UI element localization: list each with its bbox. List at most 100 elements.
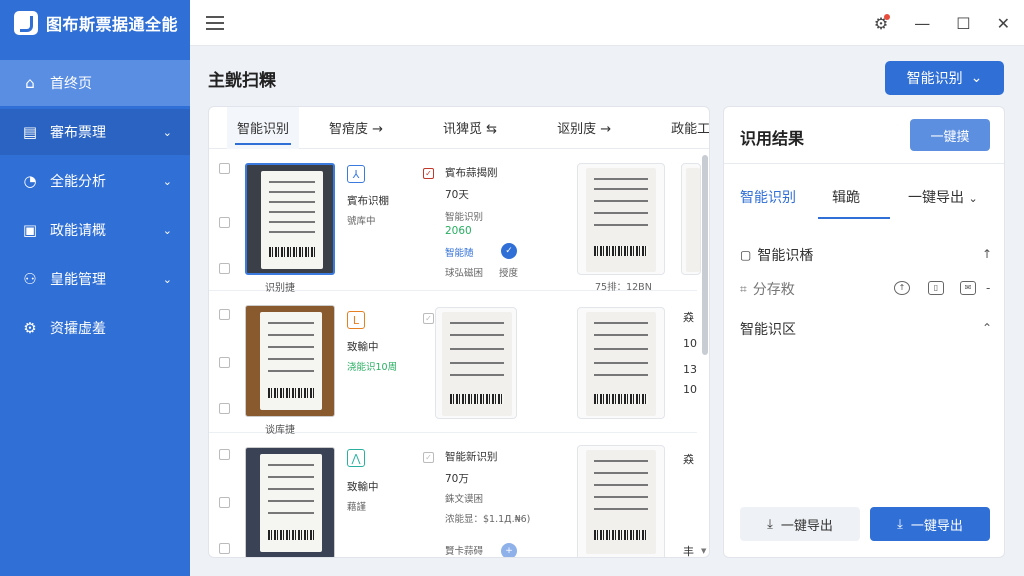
row-marker[interactable] (219, 163, 230, 174)
sidebar-item-label: 審布票理 (50, 125, 106, 141)
tab-smart-recognize[interactable]: 智能识别 (227, 107, 300, 149)
status-title: 致輸中 (347, 481, 379, 493)
detail-foot-left: 賢卡蒜碍 (445, 546, 484, 557)
smart-recognize-button[interactable]: 智能识别 ⌄ (885, 61, 1004, 95)
table-row[interactable]: 谈库捷 L 致輸中 浇能识10周 ✓ 猋 10 13 10 (209, 293, 697, 436)
tab-edit[interactable]: 辑跪 (832, 187, 860, 207)
maximize-icon[interactable]: ☐ (956, 14, 970, 33)
sidebar-item-receipts[interactable]: ▤ 審布票理 ⌄ (0, 109, 190, 155)
export-button-primary[interactable]: ⤓ 一键导出 (870, 507, 990, 541)
link-icon: ⌗ (740, 281, 747, 296)
tab-2[interactable]: 智痯庋 → (319, 107, 393, 149)
section-storage[interactable]: ⌗ 分存敉 (740, 279, 795, 299)
chevron-down-icon: ⌄ (162, 272, 172, 286)
minimize-icon[interactable]: — (914, 14, 930, 33)
row-checkbox[interactable] (219, 217, 230, 228)
flag-checkbox[interactable]: ✓ (423, 168, 434, 179)
table-row[interactable]: ⋀ 致輸中 藉謹 ✓ 智能新识别 70万 銖文谟困 浓能显：$1.1Д.₦6) … (209, 435, 697, 557)
cloud-upload-icon[interactable]: ↑ (894, 281, 910, 295)
edge-text: 10 (683, 337, 697, 350)
scrollbar[interactable]: ▼ (701, 151, 709, 555)
sidebar-item-home[interactable]: ⌂ 首终页 (0, 60, 190, 106)
row-checkbox[interactable] (219, 357, 230, 368)
flag-checkbox[interactable]: ✓ (423, 313, 434, 324)
receipt-preview-card-partial[interactable] (681, 163, 701, 275)
gear-icon: ⚙ (23, 319, 37, 337)
chevron-down-icon: ⌄ (970, 70, 983, 86)
detail-amount: 70天 (445, 189, 469, 201)
thumbnail-caption: 谈库捷 (265, 425, 295, 436)
detail-link[interactable]: 智能随 (445, 245, 474, 259)
scroll-down-icon[interactable]: ▼ (701, 547, 706, 555)
sidebar-item-users[interactable]: ⚇ 皇能管理 ⌄ (0, 256, 190, 302)
edge-text: 猋 (683, 311, 694, 324)
section-region[interactable]: 智能识区 (740, 319, 796, 339)
scrollbar-thumb[interactable] (702, 155, 708, 355)
chevron-up-icon[interactable]: ⌃ (982, 321, 992, 335)
receipt-thumbnail[interactable] (245, 163, 335, 275)
collapse-icon[interactable]: ↑ (982, 247, 992, 261)
button-label: 一键导出 (910, 518, 963, 534)
tab-5[interactable]: 政能工 (661, 107, 709, 149)
row-trash-icon[interactable] (219, 263, 230, 274)
receipt-thumbnail[interactable] (245, 305, 335, 417)
close-icon[interactable]: ✕ (997, 14, 1010, 33)
sidebar-item-reports[interactable]: ▣ 政能请概 ⌄ (0, 207, 190, 253)
section-label: 智能识楿 (757, 248, 814, 264)
receipt-image (260, 454, 322, 552)
detail-title: 智能新识别 (445, 451, 498, 463)
section-label: 智能识区 (740, 322, 796, 338)
button-label: 一键导出 (780, 518, 833, 534)
page-title: 主皝扫粿 (208, 71, 276, 91)
pdf-icon[interactable]: ▯ (928, 281, 944, 295)
status-sub: 號库中 (347, 216, 376, 227)
receipt-preview-card[interactable] (577, 307, 665, 419)
row-marker[interactable] (219, 449, 230, 460)
sidebar-item-label: 全能分析 (50, 174, 106, 190)
tab-label: 讯猈觅 ⇆ (443, 122, 498, 137)
users-icon: ⚇ (23, 270, 37, 288)
divider (724, 163, 1004, 164)
table-row[interactable]: 识别捷 ⅄ 賓布识棚 號库中 ✓ 賓布蒜揭刚 70天 智能识别 2060 智能随… (209, 151, 701, 294)
mail-icon[interactable]: ✉ (960, 281, 976, 295)
row-checkbox[interactable] (219, 497, 230, 508)
list-tabs: 智能识别 智痯庋 → 讯猈觅 ⇆ 讴别庋 → 政能工 (209, 107, 709, 149)
sidebar-item-analysis[interactable]: ◔ 全能分析 ⌄ (0, 158, 190, 204)
tab-smart-recognize[interactable]: 智能识别 (740, 187, 796, 207)
detail-label: 智能识别 (445, 212, 484, 223)
menu-icon[interactable] (206, 15, 224, 30)
app-header: 图布斯票据通全能 (0, 0, 190, 46)
card-caption: 75排：12BN (595, 282, 652, 293)
receipt-image (586, 168, 656, 272)
tab-label: 智痯庋 → (329, 122, 384, 137)
sidebar-item-settings[interactable]: ⚙ 资攉虚羞 (0, 305, 190, 351)
download-icon: ⤓ (767, 516, 773, 532)
settings-notification-icon[interactable]: ⚙ (874, 13, 891, 33)
receipt-preview-card[interactable] (577, 163, 665, 275)
status-icon: ⋀ (347, 449, 365, 467)
app-title: 图布斯票据通全能 (46, 15, 179, 34)
receipt-preview-card[interactable] (435, 307, 517, 419)
tab-3[interactable]: 讯猈觅 ⇆ (433, 107, 507, 149)
sidebar-item-label: 首终页 (50, 76, 92, 92)
row-checkbox[interactable] (219, 403, 230, 414)
result-tabs: 智能识别 辑跪 一键导出 ⌄ (724, 179, 1004, 219)
receipt-image (586, 450, 656, 554)
one-click-button[interactable]: 一键摸 (910, 119, 990, 151)
export-button-secondary[interactable]: ⤓ 一键导出 (740, 507, 860, 541)
section-recognition[interactable]: ▢ 智能识楿 (740, 245, 813, 265)
status-title: 致輸中 (347, 341, 379, 353)
flag-checkbox[interactable]: ✓ (423, 452, 434, 463)
detail-label: 銖文谟困 (445, 494, 484, 505)
more-icon[interactable]: - (986, 281, 990, 295)
tab-export[interactable]: 一键导出 ⌄ (908, 187, 978, 207)
tab-4[interactable]: 讴别庋 → (547, 107, 621, 149)
plus-circle-icon[interactable]: + (501, 543, 517, 557)
receipt-list-panel: 智能识别 智痯庋 → 讯猈觅 ⇆ 讴别庋 → 政能工 识别捷 ⅄ 賓布识棚 號库… (208, 106, 710, 558)
row-marker[interactable] (219, 309, 230, 320)
receipt-preview-card[interactable] (577, 445, 665, 557)
chevron-down-icon: ⌄ (968, 192, 978, 205)
thumbnail-caption: 识别捷 (265, 283, 295, 294)
receipt-thumbnail[interactable] (245, 447, 335, 557)
row-checkbox[interactable] (219, 543, 230, 554)
